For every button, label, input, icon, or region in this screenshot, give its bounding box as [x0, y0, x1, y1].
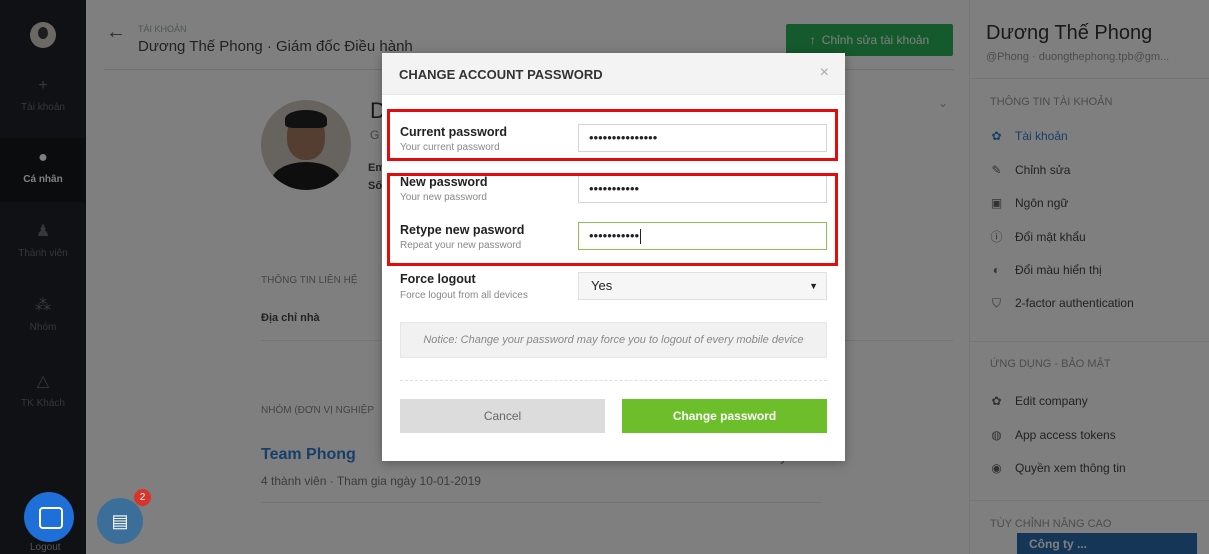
notice-box: Notice: Change your password may force y…	[400, 322, 827, 358]
highlight-box-new	[387, 173, 838, 266]
logout-label[interactable]: Logout	[30, 542, 61, 553]
cancel-button[interactable]: Cancel	[400, 399, 605, 433]
highlight-box-current	[387, 109, 838, 161]
task-list-button[interactable]: ▤	[97, 498, 143, 544]
caret-down-icon: ▼	[809, 281, 818, 291]
force-logout-label: Force logout	[400, 272, 476, 286]
dialog-header: CHANGE ACCOUNT PASSWORD ×	[382, 53, 845, 95]
notification-badge: 2	[134, 489, 151, 506]
force-logout-value: Yes	[591, 278, 613, 293]
dialog-title: CHANGE ACCOUNT PASSWORD	[399, 67, 603, 82]
force-logout-hint: Force logout from all devices	[400, 290, 528, 301]
divider	[400, 380, 827, 381]
close-icon[interactable]: ×	[820, 64, 829, 82]
force-logout-select[interactable]: Yes ▼	[578, 272, 827, 300]
change-password-dialog: CHANGE ACCOUNT PASSWORD × Current passwo…	[382, 53, 845, 461]
change-password-button[interactable]: Change password	[622, 399, 827, 433]
clipboard-icon: ▤	[111, 511, 129, 531]
chat-launcher-button[interactable]	[24, 492, 74, 542]
